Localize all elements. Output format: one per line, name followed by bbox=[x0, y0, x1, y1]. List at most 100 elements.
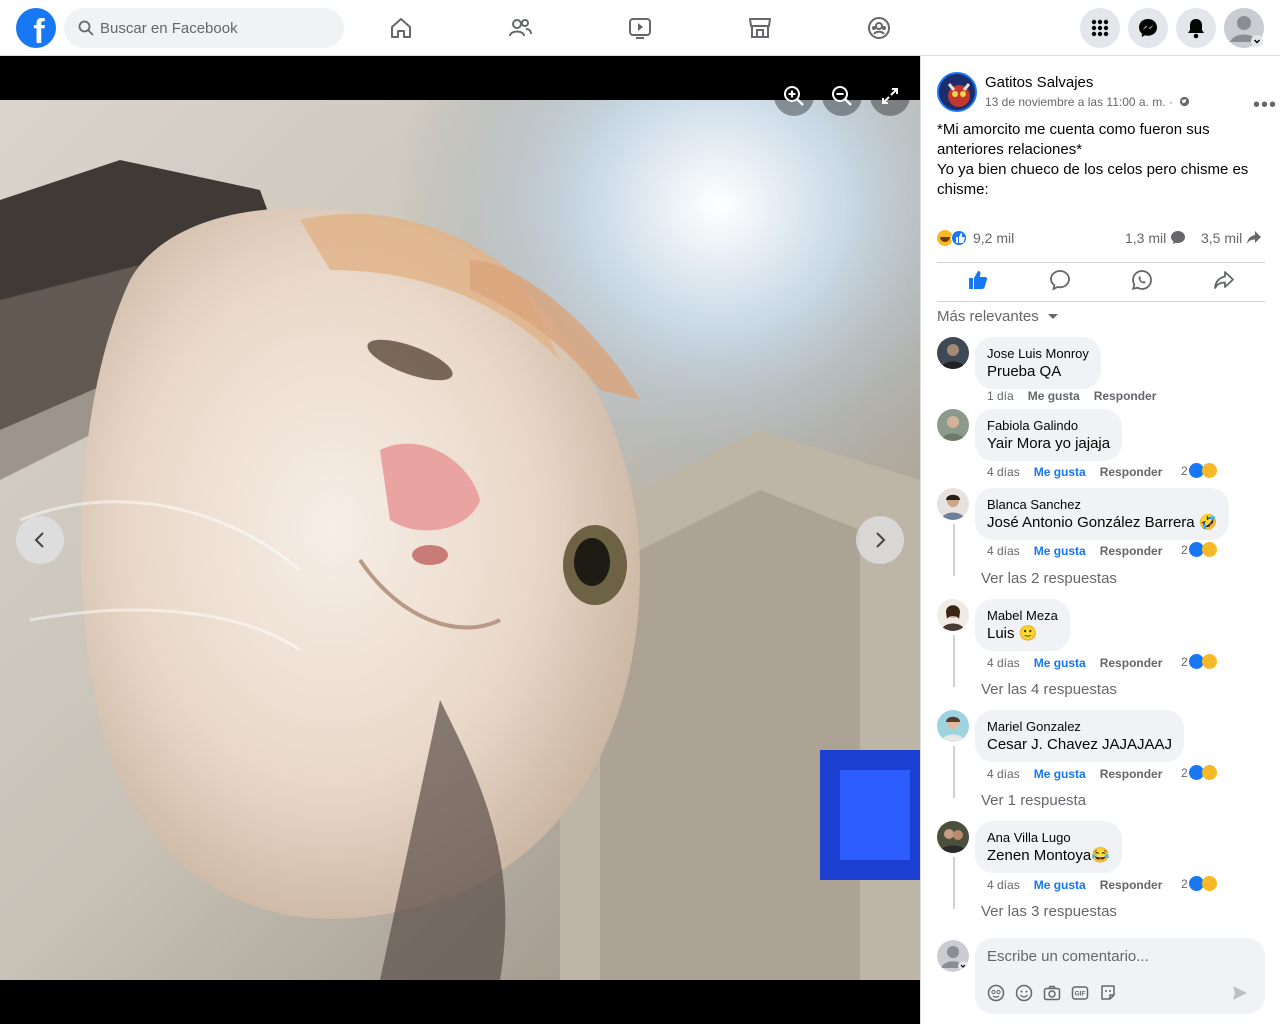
comment-time[interactable]: 4 días bbox=[987, 656, 1020, 670]
comment-like-button[interactable]: Me gusta bbox=[1034, 878, 1086, 892]
more-icon[interactable]: ••• bbox=[1253, 94, 1277, 117]
comments-filter[interactable]: Más relevantes bbox=[937, 308, 1059, 325]
comment-reactions[interactable]: 2 bbox=[1181, 463, 1217, 478]
post-date[interactable]: 13 de noviembre a las 11:00 a. m. · bbox=[985, 95, 1190, 109]
emoji-icon[interactable] bbox=[1015, 984, 1033, 1002]
shares-count[interactable]: 3,5 mil bbox=[1201, 230, 1262, 246]
comment-reaction-count[interactable]: 2 bbox=[1181, 543, 1188, 557]
next-arrow-icon[interactable] bbox=[856, 516, 904, 564]
comment-like-button[interactable]: Me gusta bbox=[1028, 389, 1080, 403]
camera-icon[interactable] bbox=[1043, 984, 1061, 1002]
friends-icon[interactable] bbox=[506, 14, 534, 42]
avatar[interactable] bbox=[937, 940, 969, 972]
comment-reaction-count[interactable]: 2 bbox=[1181, 464, 1188, 478]
share-count-icon bbox=[1247, 231, 1262, 244]
menu-grid-icon[interactable] bbox=[1080, 8, 1120, 48]
comment-reply-button[interactable]: Responder bbox=[1100, 878, 1163, 892]
account-avatar[interactable] bbox=[1224, 8, 1264, 48]
reactions-count[interactable]: 9,2 mil bbox=[973, 230, 1014, 246]
comment-reactions[interactable]: 2 bbox=[1181, 876, 1217, 891]
comment-author[interactable]: Mabel Meza bbox=[987, 607, 1058, 624]
like-button[interactable] bbox=[967, 269, 989, 296]
comment-reply-button[interactable]: Responder bbox=[1100, 767, 1163, 781]
comments-count-text[interactable]: 1,3 mil bbox=[1125, 230, 1166, 246]
comment-author[interactable]: Ana Villa Lugo bbox=[987, 829, 1110, 846]
svg-text:GIF: GIF bbox=[1075, 991, 1086, 998]
comment-reactions[interactable]: 2 bbox=[1181, 765, 1217, 780]
gif-icon[interactable]: GIF bbox=[1071, 984, 1089, 1002]
comment-time[interactable]: 4 días bbox=[987, 465, 1020, 479]
comment-reply-button[interactable]: Responder bbox=[1094, 389, 1157, 403]
comment-time[interactable]: 4 días bbox=[987, 544, 1020, 558]
notifications-icon[interactable] bbox=[1176, 8, 1216, 48]
view-replies-link[interactable]: Ver las 2 respuestas bbox=[981, 570, 1117, 587]
watch-icon[interactable] bbox=[626, 14, 654, 42]
comment-time[interactable]: 4 días bbox=[987, 767, 1020, 781]
view-replies-link[interactable]: Ver las 4 respuestas bbox=[981, 681, 1117, 698]
avatar[interactable] bbox=[937, 337, 969, 369]
zoom-in-icon[interactable] bbox=[774, 76, 814, 116]
marketplace-icon[interactable] bbox=[746, 14, 774, 42]
groups-icon[interactable] bbox=[865, 14, 893, 42]
comments-filter-label[interactable]: Más relevantes bbox=[937, 308, 1039, 325]
comment-author[interactable]: Jose Luis Monroy bbox=[987, 345, 1089, 362]
post-date-text[interactable]: 13 de noviembre a las 11:00 a. m. · bbox=[985, 95, 1173, 109]
comment-mention[interactable]: Cesar J. Chavez bbox=[987, 736, 1098, 753]
comment-reply-button[interactable]: Responder bbox=[1100, 465, 1163, 479]
view-replies-link[interactable]: Ver las 3 respuestas bbox=[981, 903, 1117, 920]
comment-reaction-count[interactable]: 2 bbox=[1181, 655, 1188, 669]
search-box[interactable]: Buscar en Facebook bbox=[64, 8, 344, 48]
send-icon[interactable] bbox=[1231, 984, 1249, 1002]
comments-count[interactable]: 1,3 mil bbox=[1125, 230, 1186, 246]
comment-mention[interactable]: José Antonio González Barrera bbox=[987, 514, 1195, 531]
comment-like-button[interactable]: Me gusta bbox=[1034, 656, 1086, 670]
comment-reaction-count[interactable]: 2 bbox=[1181, 877, 1188, 891]
avatar-sticker-icon[interactable] bbox=[987, 984, 1005, 1002]
comment-reaction-count[interactable]: 2 bbox=[1181, 766, 1188, 780]
comment-reactions[interactable]: 2 bbox=[1181, 542, 1217, 557]
search-input[interactable]: Buscar en Facebook bbox=[100, 20, 238, 37]
thread-line bbox=[953, 857, 955, 909]
post-text: *Mi amorcito me cuenta como fueron sus a… bbox=[937, 121, 1249, 198]
messenger-icon[interactable] bbox=[1128, 8, 1168, 48]
avatar[interactable] bbox=[937, 710, 969, 742]
zoom-out-icon[interactable] bbox=[822, 76, 862, 116]
comment-meta: 1 día Me gusta Responder bbox=[987, 389, 1156, 403]
haha-reaction-icon bbox=[1201, 542, 1217, 557]
comment-time[interactable]: 4 días bbox=[987, 878, 1020, 892]
comment-author[interactable]: Fabiola Galindo bbox=[987, 417, 1110, 434]
comment-time[interactable]: 1 día bbox=[987, 389, 1014, 403]
comment-like-button[interactable]: Me gusta bbox=[1034, 544, 1086, 558]
home-icon[interactable] bbox=[387, 14, 415, 42]
page-avatar[interactable] bbox=[937, 72, 977, 112]
avatar[interactable] bbox=[937, 821, 969, 853]
comment-author[interactable]: Blanca Sanchez bbox=[987, 496, 1217, 513]
avatar[interactable] bbox=[937, 488, 969, 520]
comment-like-button[interactable]: Me gusta bbox=[1034, 465, 1086, 479]
prev-arrow-icon[interactable] bbox=[16, 516, 64, 564]
whatsapp-button[interactable] bbox=[1131, 269, 1153, 296]
comment-reply-button[interactable]: Responder bbox=[1100, 656, 1163, 670]
share-button[interactable] bbox=[1213, 269, 1235, 296]
comment-author[interactable]: Mariel Gonzalez bbox=[987, 718, 1172, 735]
reactions-summary[interactable]: 9,2 mil bbox=[937, 230, 1014, 246]
view-replies-link[interactable]: Ver 1 respuesta bbox=[981, 792, 1086, 809]
shares-count-text[interactable]: 3,5 mil bbox=[1201, 230, 1242, 246]
fullscreen-icon[interactable] bbox=[870, 76, 910, 116]
sticker-icon[interactable] bbox=[1099, 984, 1117, 1002]
comment-mention[interactable]: Luis bbox=[987, 625, 1015, 642]
comment-mention[interactable]: Prueba QA bbox=[987, 363, 1061, 380]
page-name[interactable]: Gatitos Salvajes bbox=[985, 74, 1093, 91]
comment-button[interactable] bbox=[1049, 269, 1071, 296]
comment-reactions[interactable]: 2 bbox=[1181, 654, 1217, 669]
haha-reaction-icon bbox=[1201, 765, 1217, 780]
avatar[interactable] bbox=[937, 409, 969, 441]
comment-reply-button[interactable]: Responder bbox=[1100, 544, 1163, 558]
comment-input[interactable]: Escribe un comentario... bbox=[987, 948, 1149, 965]
avatar[interactable] bbox=[937, 599, 969, 631]
comment-composer[interactable]: Escribe un comentario... GIF bbox=[975, 938, 1265, 1014]
comment-mention[interactable]: Zenen Montoya bbox=[987, 847, 1091, 864]
comment-mention[interactable]: Yair Mora bbox=[987, 435, 1051, 452]
comment-like-button[interactable]: Me gusta bbox=[1034, 767, 1086, 781]
facebook-logo-icon[interactable]: f bbox=[16, 8, 56, 48]
